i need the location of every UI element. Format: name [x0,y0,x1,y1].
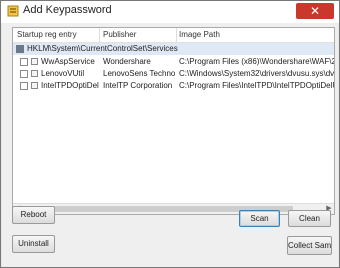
window-title: Add Keypassword [23,4,112,16]
entry-publisher: IntelTP Corporation [103,81,173,90]
entry-image-path: C:\Program Files\IntelTPD\IntelTPDOptiDe… [179,81,334,90]
list-item[interactable]: WwAspService Wondershare C:\Program File… [13,56,334,68]
entry-publisher: Wondershare [103,57,151,66]
tree-root-row[interactable]: HKLM\System\CurrentControlSet\Services [13,43,334,55]
reboot-button[interactable]: Reboot [12,206,55,224]
dialog-body: Startup reg entry Publisher Image Path H… [2,23,338,267]
column-header-image-path[interactable]: Image Path [179,30,329,39]
service-icon [31,58,38,65]
column-header-publisher[interactable]: Publisher [103,30,173,39]
row-checkbox[interactable] [20,82,28,90]
close-icon: ✕ [309,4,321,18]
service-icon [31,70,38,77]
horizontal-scrollbar[interactable]: ◀ ▶ [13,203,334,214]
close-button[interactable]: ✕ [296,3,334,19]
list-item[interactable]: IntelTPDOptiDelUtil IntelTP Corporation … [13,80,334,92]
entry-name: IntelTPDOptiDelUtil [41,81,99,90]
app-icon [7,5,19,17]
row-checkbox[interactable] [20,70,28,78]
uninstall-button[interactable]: Uninstall [12,235,55,253]
dialog-window: Add Keypassword ✕ Startup reg entry Publ… [0,0,340,268]
list-item[interactable]: LenovoVUtil LenovoSens Technology C... C… [13,68,334,80]
service-icon [31,82,38,89]
clean-button[interactable]: Clean [288,210,331,227]
column-header-entry[interactable]: Startup reg entry [17,30,97,39]
title-bar: Add Keypassword ✕ [1,1,339,23]
entry-name: LenovoVUtil [41,69,85,78]
entry-name: WwAspService [41,57,95,66]
entry-image-path: C:\Windows\System32\drivers\dvusu.sys\dv… [179,69,334,78]
column-divider[interactable] [176,28,177,42]
collect-sample-button[interactable]: Collect Sample [287,236,332,255]
list-header: Startup reg entry Publisher Image Path [13,28,334,43]
startup-entries-list[interactable]: Startup reg entry Publisher Image Path H… [12,27,335,215]
column-divider[interactable] [99,28,100,42]
registry-key-icon [16,45,24,53]
row-checkbox[interactable] [20,58,28,66]
root-key-label: HKLM\System\CurrentControlSet\Services [27,44,178,53]
scan-button[interactable]: Scan [239,210,280,227]
entry-publisher: LenovoSens Technology C... [103,69,175,78]
entry-image-path: C:\Program Files (x86)\Wondershare\WAF\2… [179,57,334,66]
